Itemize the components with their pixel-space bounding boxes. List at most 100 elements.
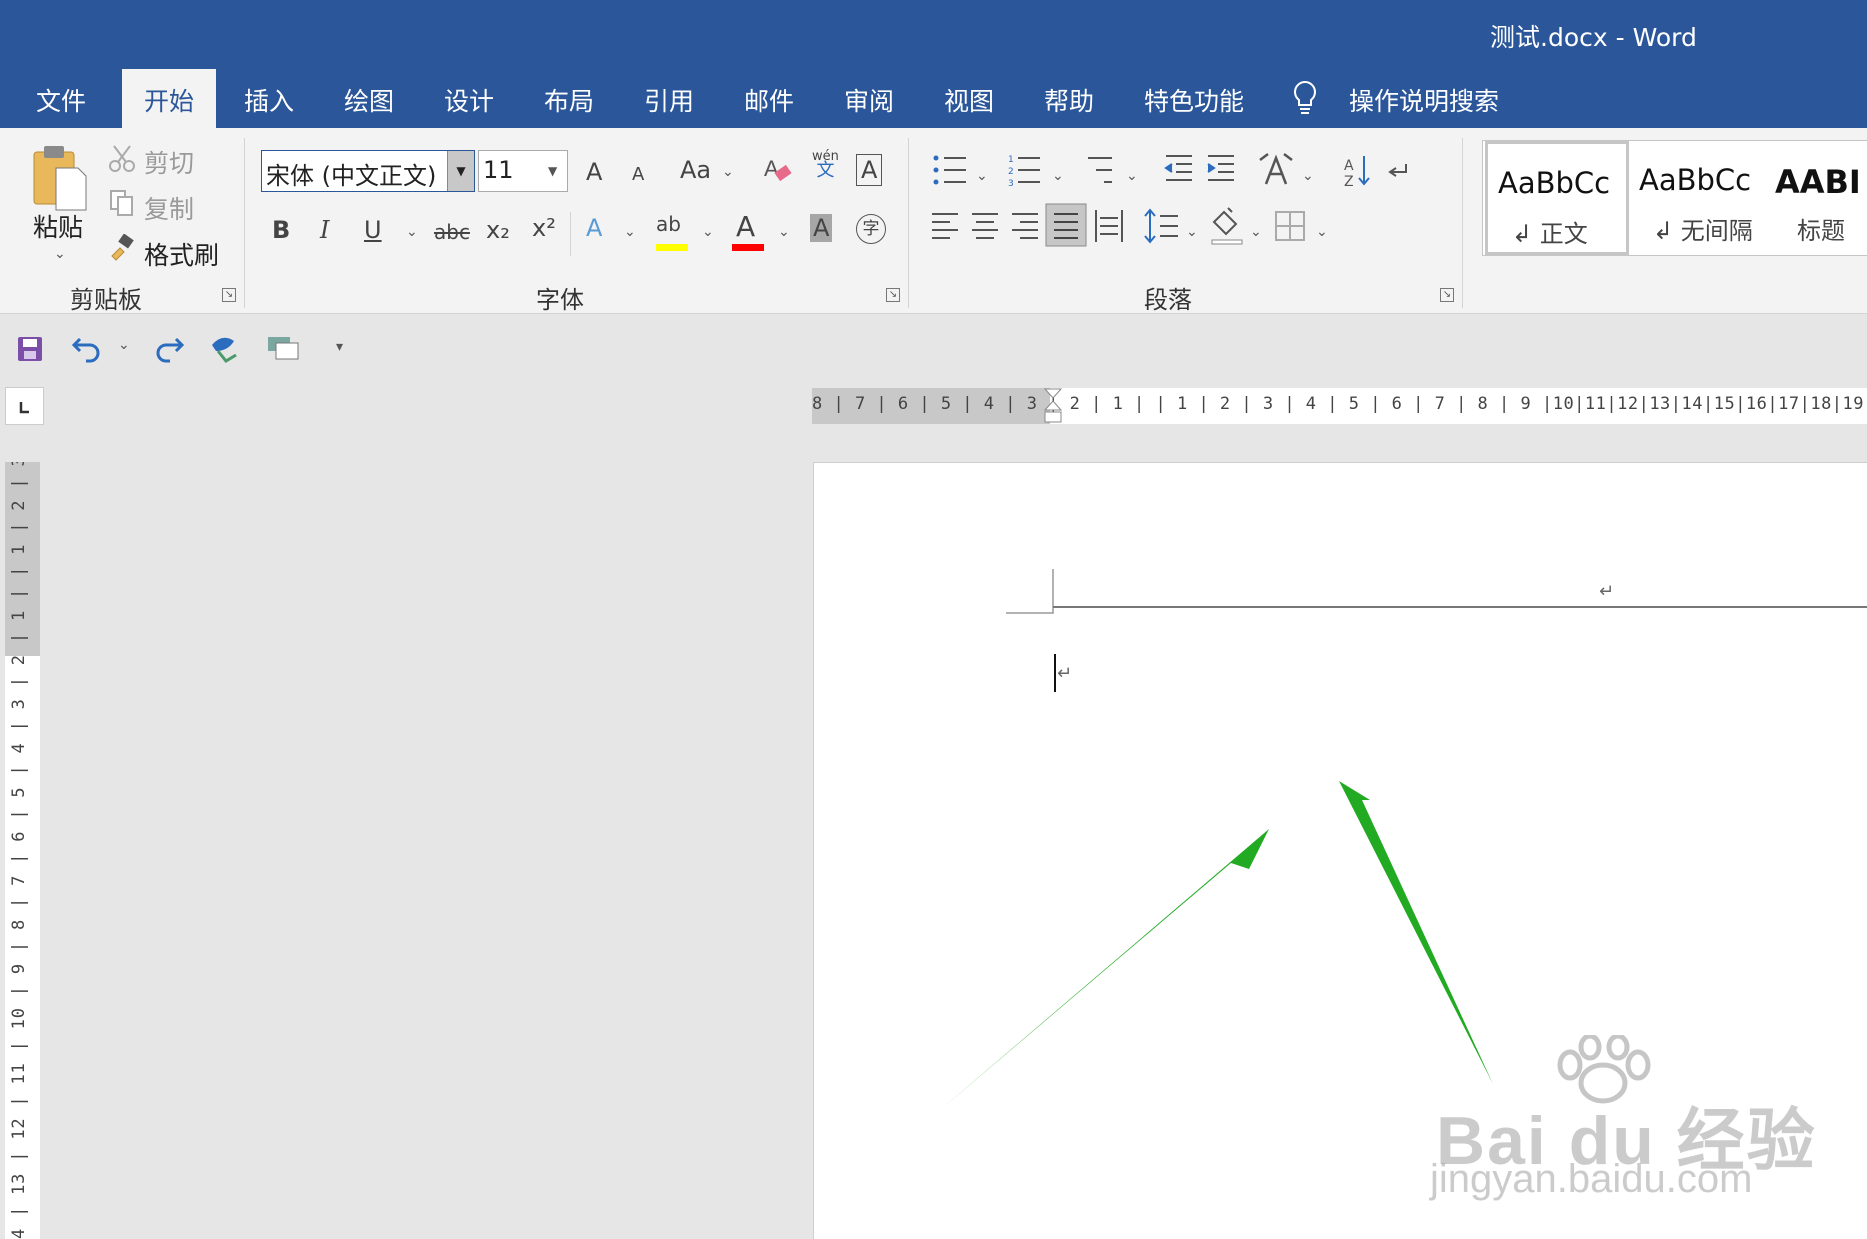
- svg-text:3: 3: [1008, 179, 1014, 189]
- ribbon-home: 粘贴 ⌄ 剪切 复制 格式刷 剪贴板 ↘ 宋体 (中文正文) ▼ 11 ▼ A …: [0, 128, 1867, 314]
- tab-file[interactable]: 文件: [36, 82, 86, 118]
- clipboard-group-label: 剪贴板: [70, 286, 142, 314]
- paste-icon[interactable]: [30, 144, 90, 212]
- ribbon-tab-bar: 文件 开始 插入 绘图 设计 布局 引用 邮件 审阅 视图 帮助 特色功能 操作…: [0, 66, 1867, 128]
- change-case-button[interactable]: Aa: [680, 156, 711, 184]
- format-painter-icon: [111, 234, 134, 261]
- title-bar: 测试.docx - Word: [0, 0, 1867, 66]
- format-painter-button[interactable]: 格式刷: [144, 236, 219, 272]
- line-spacing-icon: [1144, 208, 1178, 244]
- clear-formatting-icon[interactable]: A: [762, 152, 794, 186]
- distributed-icon: [1095, 210, 1123, 242]
- vertical-ruler[interactable]: 4 | 13 | 12 | 11 | 10 | 9 | 8 | 7 | 6 | …: [5, 462, 40, 1239]
- cut-button[interactable]: 剪切: [144, 144, 194, 180]
- multilevel-list-icon: [1088, 157, 1112, 183]
- svg-text:2: 2: [1008, 167, 1014, 177]
- align-right-icon: [1012, 213, 1038, 239]
- group-separator: [244, 138, 245, 308]
- svg-text:Z: Z: [1344, 174, 1354, 190]
- redo-icon[interactable]: [152, 333, 184, 363]
- svg-text:⌄: ⌄: [1052, 168, 1064, 184]
- green-arrow-left: [939, 829, 1269, 1111]
- tab-insert[interactable]: 插入: [244, 82, 294, 118]
- chinese-layout-icon: [1259, 153, 1293, 185]
- highlight-dropdown-icon[interactable]: ⌄: [702, 224, 714, 240]
- font-color-dropdown-icon[interactable]: ⌄: [778, 224, 790, 240]
- shading-icon: [1211, 207, 1243, 245]
- tab-review[interactable]: 审阅: [844, 82, 894, 118]
- window-title: 测试.docx - Word: [1490, 23, 1697, 52]
- font-size-dropdown-icon[interactable]: ▼: [548, 164, 557, 178]
- paste-button[interactable]: 粘贴: [33, 208, 83, 244]
- tab-help[interactable]: 帮助: [1044, 82, 1094, 118]
- font-color-swatch: [732, 244, 764, 251]
- styles-gallery: AaBbCc ↲ 正文 AaBbCc ↲ 无间隔 AABI 标题: [1482, 140, 1867, 256]
- subscript-button[interactable]: x₂: [486, 216, 510, 244]
- numbering-icon: 1 2 3: [1008, 155, 1040, 189]
- svg-text:⌄: ⌄: [1302, 168, 1314, 184]
- bullets-icon: [933, 155, 966, 185]
- tab-design[interactable]: 设计: [444, 82, 494, 118]
- enclose-characters-button[interactable]: 字: [856, 214, 886, 244]
- tab-layout[interactable]: 布局: [544, 82, 594, 118]
- superscript-button[interactable]: x²: [532, 214, 556, 242]
- header-paragraph-mark: ↵: [1599, 581, 1615, 602]
- green-arrow-right: [1339, 781, 1493, 1084]
- undo-dropdown-icon[interactable]: ⌄: [118, 337, 130, 353]
- italic-button[interactable]: I: [320, 216, 329, 244]
- text-effects-dropdown-icon[interactable]: ⌄: [624, 224, 636, 240]
- character-border-button[interactable]: A: [856, 154, 883, 186]
- bold-button[interactable]: B: [272, 216, 290, 244]
- paragraph-launcher-icon[interactable]: ↘: [1440, 288, 1454, 302]
- font-color-button[interactable]: A: [736, 210, 755, 243]
- body-paragraph-mark: ↵: [1057, 663, 1073, 684]
- svg-text:1: 1: [1008, 155, 1014, 165]
- tab-mailings[interactable]: 邮件: [744, 82, 794, 118]
- grow-font-button[interactable]: A: [586, 158, 602, 186]
- highlight-button[interactable]: ab: [656, 212, 681, 236]
- save-icon[interactable]: [16, 335, 44, 363]
- tab-draw[interactable]: 绘图: [344, 82, 394, 118]
- tab-special-features[interactable]: 特色功能: [1144, 82, 1244, 118]
- copy-button[interactable]: 复制: [144, 190, 194, 226]
- group-separator: [1462, 138, 1463, 308]
- undo-icon[interactable]: [72, 333, 104, 363]
- style-sample: AABI: [1775, 163, 1861, 201]
- font-name-input[interactable]: 宋体 (中文正文): [261, 150, 475, 192]
- underline-button[interactable]: U: [364, 216, 382, 244]
- tab-home[interactable]: 开始: [122, 69, 217, 128]
- style-heading[interactable]: AABI 标题: [1773, 141, 1867, 255]
- style-name: ↲ 无间隔: [1653, 217, 1753, 245]
- font-name-dropdown-icon[interactable]: ▼: [447, 151, 474, 191]
- style-no-spacing[interactable]: AaBbCc ↲ 无间隔: [1629, 141, 1773, 255]
- underline-dropdown-icon[interactable]: ⌄: [406, 224, 418, 240]
- font-group-label: 字体: [536, 286, 584, 314]
- style-normal[interactable]: AaBbCc ↲ 正文: [1485, 141, 1629, 255]
- tab-references[interactable]: 引用: [644, 82, 694, 118]
- custom-quick-action-icon[interactable]: [208, 331, 242, 365]
- style-name: 标题: [1797, 217, 1845, 245]
- character-shading-button[interactable]: A: [810, 214, 833, 242]
- tab-selector[interactable]: [5, 387, 44, 425]
- tell-me-search[interactable]: 操作说明搜索: [1349, 82, 1499, 118]
- increase-indent-icon: [1207, 155, 1234, 181]
- customize-qat-dropdown-icon[interactable]: ▾: [336, 339, 343, 355]
- phonetic-guide-button[interactable]: wén 文: [812, 150, 839, 180]
- style-sample: AaBbCc: [1498, 166, 1611, 200]
- font-launcher-icon[interactable]: ↘: [886, 288, 900, 302]
- paste-dropdown-icon[interactable]: ⌄: [54, 246, 66, 262]
- strikethrough-button[interactable]: abc: [434, 220, 470, 244]
- shrink-font-button[interactable]: A: [632, 164, 644, 185]
- text-effects-button[interactable]: A: [586, 214, 602, 242]
- svg-text:⌄: ⌄: [1126, 168, 1138, 184]
- indent-marker-icon[interactable]: [1042, 388, 1064, 424]
- watermark-url: jingyan.baidu.com: [1430, 1157, 1753, 1201]
- clipboard-launcher-icon[interactable]: ↘: [222, 288, 236, 302]
- presentation-icon[interactable]: [266, 333, 302, 363]
- horizontal-ruler[interactable]: 8 | 7 | 6 | 5 | 4 | 3 | 2 | 1 | | 1 | 2 …: [812, 388, 1867, 424]
- quick-access-toolbar: ⌄ ▾: [0, 315, 1867, 381]
- highlight-color-swatch: [656, 244, 688, 251]
- change-case-dropdown-icon[interactable]: ⌄: [722, 164, 734, 180]
- tab-view[interactable]: 视图: [944, 82, 994, 118]
- margin-corner-mark: [1006, 569, 1054, 614]
